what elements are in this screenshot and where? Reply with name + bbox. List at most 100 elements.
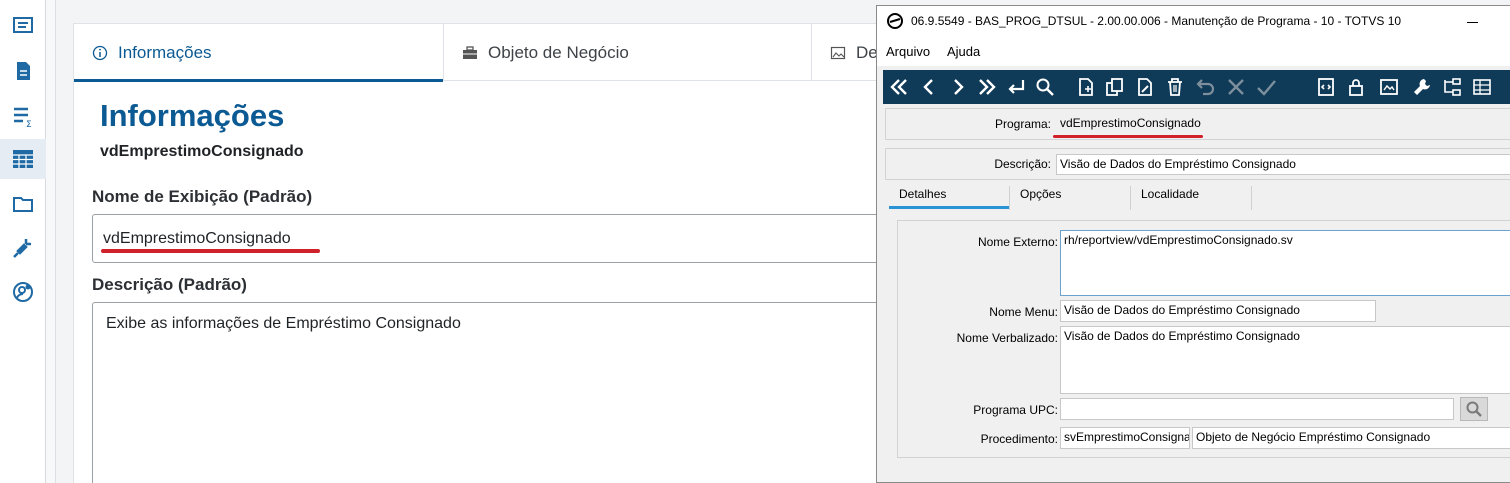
sidebar-item-documents[interactable] <box>0 51 46 91</box>
goto-button[interactable] <box>1003 74 1029 100</box>
display-name-input[interactable]: vdEmprestimoConsignado <box>92 214 892 263</box>
image-icon <box>830 46 846 59</box>
tab-separator <box>1130 186 1131 210</box>
nome-verbalizado-label: Nome Verbalizado: <box>956 331 1058 345</box>
description-value: Exibe as informações de Empréstimo Consi… <box>106 315 461 332</box>
tab-detalhes[interactable]: Detalhes <box>899 187 946 201</box>
tab-separator <box>1251 186 1252 210</box>
nome-externo-label: Nome Externo: <box>977 235 1058 249</box>
description-textarea[interactable]: Exibe as informações de Empréstimo Consi… <box>92 302 892 483</box>
screen: Σ Informações Objeto de Negócio De Infor… <box>0 0 1510 483</box>
document-icon <box>17 62 30 80</box>
window-titlebar: 06.9.5549 - BAS_PROG_DTSUL - 2.00.00.006… <box>877 6 1510 36</box>
nome-externo-input[interactable]: rh/reportview/vdEmprestimoConsignado.sv <box>1060 230 1510 296</box>
programa-upc-search-button[interactable] <box>1460 397 1488 421</box>
lock-icon <box>1349 79 1363 96</box>
previous-icon <box>923 79 933 95</box>
nome-verbalizado-value: Visão de Dados do Empréstimo Consignado <box>1064 329 1300 343</box>
programa-highlight-underline <box>1053 135 1203 138</box>
details-panel: Informações Objeto de Negócio De Informa… <box>73 23 914 483</box>
descricao-value: Visão de Dados do Empréstimo Consignado <box>1060 157 1296 171</box>
delete-icon <box>1168 78 1182 96</box>
sidebar-divider <box>46 0 56 483</box>
search-button[interactable] <box>1032 74 1058 100</box>
programa-value: vdEmprestimoConsignado <box>1060 116 1201 130</box>
wrench-icon <box>1414 79 1430 95</box>
tab-objeto-de-negocio[interactable]: Objeto de Negócio <box>444 24 812 81</box>
code-button[interactable] <box>1313 74 1339 100</box>
copy-button[interactable] <box>1102 74 1128 100</box>
undo-icon <box>1196 79 1215 96</box>
programa-upc-label: Programa UPC: <box>973 403 1058 417</box>
page-subtitle: vdEmprestimoConsignado <box>100 143 304 160</box>
nome-menu-input[interactable]: Visão de Dados do Empréstimo Consignado <box>1060 300 1376 322</box>
tab-separator <box>1009 186 1010 210</box>
plug-icon <box>13 239 31 258</box>
sidebar-item-plugins[interactable] <box>0 228 46 268</box>
highlight-underline <box>101 249 320 253</box>
descricao-label: Descrição: <box>994 157 1051 171</box>
edit-button[interactable] <box>1132 74 1158 100</box>
app-sidebar: Σ <box>0 0 46 483</box>
programa-field[interactable]: vdEmprestimoConsignado <box>1057 114 1217 134</box>
programa-upc-input[interactable] <box>1060 398 1454 420</box>
undo-button[interactable] <box>1193 74 1219 100</box>
new-button[interactable] <box>1073 74 1099 100</box>
cancel-button[interactable] <box>1223 74 1249 100</box>
print-icon <box>1380 79 1398 95</box>
sidebar-item-tables[interactable] <box>0 139 46 179</box>
panel-tabs: Informações Objeto de Negócio De <box>74 24 914 82</box>
sidebar-item-list-sum[interactable]: Σ <box>0 96 46 136</box>
edit-icon <box>1138 78 1152 96</box>
tab-label: Objeto de Negócio <box>488 42 629 62</box>
confirm-icon <box>1257 80 1276 96</box>
descricao-field[interactable]: Visão de Dados do Empréstimo Consignado <box>1056 154 1510 175</box>
tab-informacoes[interactable]: Informações <box>74 24 444 82</box>
search-icon <box>1036 78 1054 96</box>
sidebar-item-user-settings[interactable] <box>0 272 46 312</box>
search-icon <box>1466 401 1482 417</box>
next-record-button[interactable] <box>945 74 971 100</box>
description-label: Descrição (Padrão) <box>92 275 247 294</box>
lock-button[interactable] <box>1343 74 1369 100</box>
procedimento-value: svEmprestimoConsignac <box>1064 430 1190 444</box>
nome-verbalizado-input[interactable]: Visão de Dados do Empréstimo Consignado <box>1060 326 1510 394</box>
info-icon <box>92 45 108 60</box>
menu-arquivo[interactable]: Arquivo <box>886 44 930 59</box>
nome-menu-value: Visão de Dados do Empréstimo Consignado <box>1064 303 1300 317</box>
last-icon <box>979 79 996 95</box>
display-name-label: Nome de Exibição (Padrão) <box>92 187 313 206</box>
briefcase-icon <box>463 45 477 59</box>
tree-button[interactable] <box>1439 74 1465 100</box>
tab-opcoes[interactable]: Opções <box>1020 187 1061 201</box>
nome-externo-value: rh/reportview/vdEmprestimoConsignado.sv <box>1064 233 1293 247</box>
code-icon <box>1318 78 1334 96</box>
grid-button[interactable] <box>1469 74 1495 100</box>
procedimento-label: Procedimento: <box>980 432 1058 446</box>
grid-icon <box>1473 79 1491 95</box>
svg-text:Σ: Σ <box>26 120 32 128</box>
list-sum-icon: Σ <box>14 107 32 128</box>
minimize-button[interactable] <box>1467 22 1478 23</box>
totvs-window: 06.9.5549 - BAS_PROG_DTSUL - 2.00.00.006… <box>876 5 1510 483</box>
copy-icon <box>1106 78 1123 96</box>
procedimento-input[interactable]: svEmprestimoConsignac <box>1060 427 1190 449</box>
descricao-group: Descrição: Visão de Dados do Empréstimo … <box>885 148 1510 180</box>
goto-icon <box>1008 80 1025 94</box>
previous-record-button[interactable] <box>916 74 942 100</box>
confirm-button[interactable] <box>1253 74 1279 100</box>
next-icon <box>954 79 964 95</box>
new-icon <box>1079 78 1093 96</box>
tab-label: De <box>856 42 878 62</box>
menu-ajuda[interactable]: Ajuda <box>947 44 980 59</box>
wrench-button[interactable] <box>1409 74 1435 100</box>
delete-button[interactable] <box>1162 74 1188 100</box>
detalhes-panel: Nome Externo: rh/reportview/vdEmprestimo… <box>897 220 1510 458</box>
sidebar-item-messages[interactable] <box>0 6 46 46</box>
nome-menu-label: Nome Menu: <box>989 305 1058 319</box>
sidebar-item-folders[interactable] <box>0 184 46 224</box>
print-button[interactable] <box>1376 74 1402 100</box>
tab-localidade[interactable]: Localidade <box>1141 187 1199 201</box>
first-record-button[interactable] <box>886 74 912 100</box>
last-record-button[interactable] <box>974 74 1000 100</box>
